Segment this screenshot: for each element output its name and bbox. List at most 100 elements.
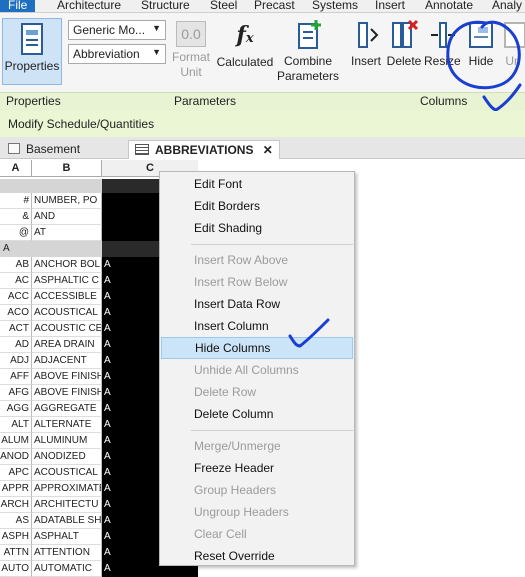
group-header-label: A	[3, 243, 10, 254]
menu-item-delete-row: Delete Row	[194, 385, 257, 399]
format-unit-icon: 0.0	[176, 21, 206, 47]
table-cell-a[interactable]: AC	[0, 273, 32, 289]
menu-item-insert-row-below: Insert Row Below	[194, 275, 288, 289]
table-cell-a[interactable]: AB	[0, 257, 32, 273]
table-cell-b[interactable]: AREA DRAIN	[32, 337, 102, 353]
context-tab-label: Modify Schedule/Quantities	[8, 117, 155, 131]
table-cell-a[interactable]: APC	[0, 465, 32, 481]
properties-button[interactable]: Properties	[2, 18, 62, 85]
table-cell-a[interactable]: #	[0, 193, 32, 209]
chevron-down-icon: ▼	[152, 23, 161, 33]
view-tab-basement[interactable]: Basement	[2, 140, 86, 159]
table-cell-a[interactable]: ADJ	[0, 353, 32, 369]
table-cell-b[interactable]: ASPHALT	[32, 529, 102, 545]
table-cell-a[interactable]: APPR	[0, 481, 32, 497]
table-cell-a[interactable]: ACT	[0, 321, 32, 337]
table-cell-a[interactable]: ARCH	[0, 497, 32, 513]
table-cell-b[interactable]: ALTERNATE	[32, 417, 102, 433]
menu-item-freeze-header[interactable]: Freeze Header	[161, 457, 353, 479]
menu-item-delete-column[interactable]: Delete Column	[161, 403, 353, 425]
delete-label: Delete	[386, 54, 422, 68]
menu-item-reset-override[interactable]: Reset Override	[161, 545, 353, 567]
menu-separator	[191, 244, 353, 245]
menu-item-insert-data-row[interactable]: Insert Data Row	[161, 293, 353, 315]
table-cell-a[interactable]: ATTN	[0, 545, 32, 561]
menu-item-insert-row-above: Insert Row Above	[194, 253, 289, 267]
panel-parameters-label: Parameters	[174, 94, 237, 108]
schedule-icon	[135, 144, 149, 155]
table-cell-b[interactable]: ARCHITECTU	[32, 497, 102, 513]
calculated-button[interactable]: fx Calculated	[214, 19, 276, 75]
table-cell-a[interactable]: AGG	[0, 401, 32, 417]
table-cell-a[interactable]: ALUM	[0, 433, 32, 449]
table-cell-a[interactable]: &	[0, 209, 32, 225]
view-tab-basement-label: Basement	[26, 142, 81, 156]
properties-icon	[21, 23, 43, 55]
abbreviation-select[interactable]: Abbreviation ▼	[68, 44, 166, 64]
tab-architecture[interactable]: Architecture	[57, 0, 121, 12]
tab-insert[interactable]: Insert	[375, 0, 405, 12]
table-cell-b[interactable]: APPROXIMATE	[32, 481, 102, 497]
context-menu: Edit Font Edit Borders Edit Shading Insert …	[159, 171, 355, 566]
menu-item-edit-shading[interactable]: Edit Shading	[161, 217, 353, 239]
menu-item-edit-borders[interactable]: Edit Borders	[161, 195, 353, 217]
table-cell-a[interactable]: AS	[0, 513, 32, 529]
table-cell-b[interactable]: ACOUSTICAL	[32, 305, 102, 321]
table-cell-a[interactable]: ALT	[0, 417, 32, 433]
table-cell-b[interactable]: ACOUSTICAL	[32, 465, 102, 481]
ribbon-tab-bar: File Architecture Structure Steel Precas…	[0, 0, 525, 13]
table-cell-b[interactable]: ABOVE FINISH	[32, 369, 102, 385]
tab-steel[interactable]: Steel	[210, 0, 237, 12]
table-cell-b[interactable]: ACOUSTIC CEI	[32, 321, 102, 337]
format-unit-label: Format Unit	[171, 50, 210, 79]
abbreviation-value: Abbreviation	[73, 47, 140, 61]
tab-analyze[interactable]: Analy	[492, 0, 522, 12]
table-cell-b[interactable]: NUMBER, PO	[32, 193, 102, 209]
table-cell-b[interactable]: ADATABLE SH	[32, 513, 102, 529]
table-cell-a[interactable]: AFG	[0, 385, 32, 401]
table-cell-b[interactable]: AGGREGATE	[32, 401, 102, 417]
column-header-a[interactable]: A	[0, 160, 32, 177]
table-cell-b[interactable]: ATTENTION	[32, 545, 102, 561]
context-tab-bar: Modify Schedule/Quantities	[0, 111, 525, 137]
table-cell-b[interactable]: ASPHALTIC C	[32, 273, 102, 289]
tab-systems[interactable]: Systems	[312, 0, 358, 12]
column-header-b[interactable]: B	[32, 160, 102, 177]
format-unit-button[interactable]: 0.0 Format Unit	[170, 19, 212, 89]
tab-file[interactable]: File	[0, 0, 36, 12]
menu-item-ungroup-headers: Ungroup Headers	[194, 505, 289, 519]
table-cell-a[interactable]: @	[0, 225, 32, 241]
table-cell-b[interactable]: ANCHOR BOL	[32, 257, 102, 273]
insert-column-button[interactable]: Insert	[348, 19, 384, 75]
delete-column-button[interactable]: Delete	[385, 19, 423, 75]
combine-parameters-button[interactable]: Combine Parameters	[276, 19, 340, 89]
table-cell-b[interactable]: ANODIZED	[32, 449, 102, 465]
calculated-label: Calculated	[216, 55, 274, 69]
annotation-checkmark	[482, 83, 522, 112]
family-type-select[interactable]: Generic Mo... ▼	[68, 20, 166, 40]
tab-annotate[interactable]: Annotate	[425, 0, 473, 12]
table-cell-a[interactable]: ACO	[0, 305, 32, 321]
table-cell-a[interactable]: ACC	[0, 289, 32, 305]
view-tab-abbreviations[interactable]: ABBREVIATIONS ✕	[128, 140, 280, 159]
table-cell-a[interactable]: ANOD	[0, 449, 32, 465]
menu-item-edit-font[interactable]: Edit Font	[161, 173, 353, 195]
ribbon: Properties Generic Mo... ▼ Abbreviation …	[0, 13, 525, 92]
table-cell-b[interactable]: ACCESSIBLE	[32, 289, 102, 305]
tab-structure[interactable]: Structure	[141, 0, 190, 12]
family-type-value: Generic Mo...	[73, 23, 146, 37]
insert-label: Insert	[350, 54, 381, 68]
close-icon[interactable]: ✕	[263, 143, 273, 157]
tab-precast[interactable]: Precast	[254, 0, 295, 12]
table-cell-b[interactable]: ADJACENT	[32, 353, 102, 369]
table-cell-b[interactable]: ALUMINUM	[32, 433, 102, 449]
view-tabs: Basement ABBREVIATIONS ✕	[0, 137, 525, 159]
table-cell-a[interactable]: AD	[0, 337, 32, 353]
combine-parameters-icon	[298, 20, 321, 49]
properties-label: Properties	[4, 59, 60, 73]
table-cell-b[interactable]: ABOVE FINISH	[32, 385, 102, 401]
table-cell-b[interactable]: AT	[32, 225, 102, 241]
table-cell-b[interactable]: AND	[32, 209, 102, 225]
table-cell-a[interactable]: ASPH	[0, 529, 32, 545]
table-cell-a[interactable]: AFF	[0, 369, 32, 385]
